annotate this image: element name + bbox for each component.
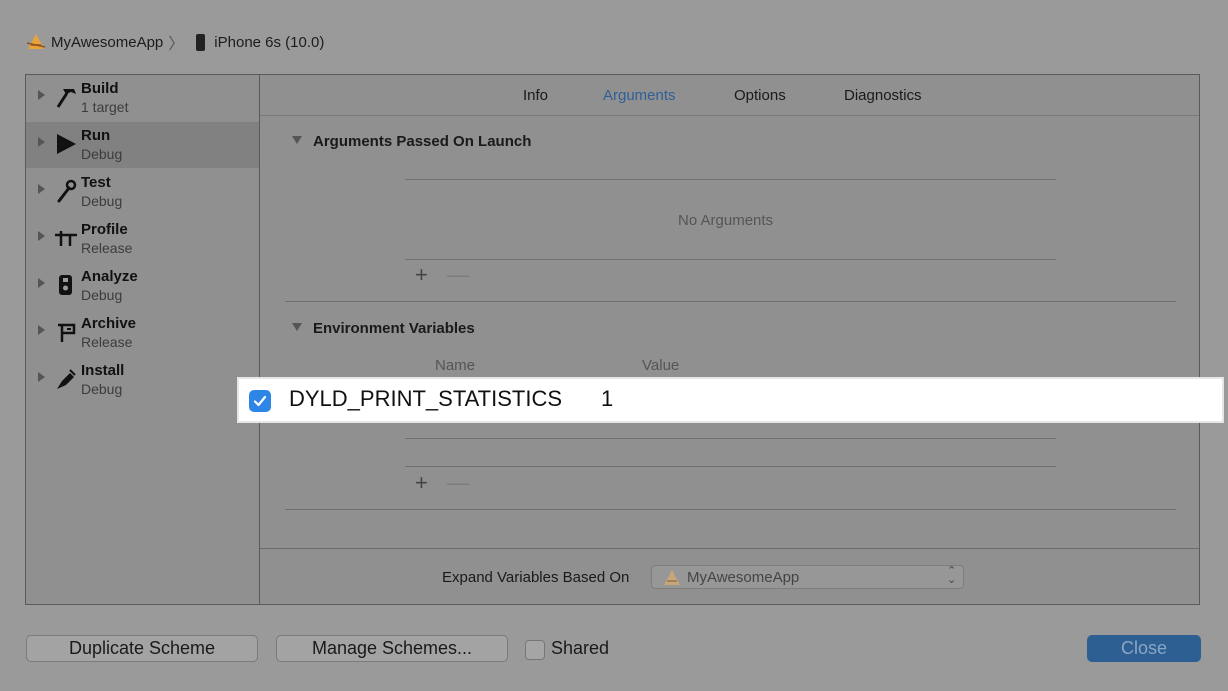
sidebar-item-analyze[interactable]: Analyze Debug	[26, 263, 259, 309]
sidebar-item-run[interactable]: Run Debug	[26, 122, 259, 168]
environment-section-title: Environment Variables	[313, 320, 475, 337]
sidebar-item-title: Profile	[81, 221, 128, 238]
sidebar-item-archive[interactable]: Archive Release	[26, 310, 259, 356]
disclosure-triangle-icon[interactable]	[38, 372, 45, 382]
sidebar-item-subtitle: Debug	[81, 381, 123, 397]
sidebar-item-profile[interactable]: Profile Release	[26, 216, 259, 262]
environment-section-header[interactable]: Environment Variables	[292, 320, 475, 337]
scheme-actions-sidebar: Build 1 target Run Debug Test Debug Prof…	[26, 75, 260, 604]
tab-info[interactable]: Info	[523, 87, 548, 104]
wrench-icon	[57, 179, 77, 203]
disclosure-triangle-icon[interactable]	[38, 278, 45, 288]
sidebar-item-title: Analyze	[81, 268, 138, 285]
sidebar-item-title: Install	[81, 362, 125, 379]
iphone-icon	[196, 33, 206, 51]
sidebar-item-subtitle: Release	[81, 334, 133, 350]
archive-icon	[58, 323, 76, 342]
breadcrumb-separator: 〉	[168, 36, 185, 53]
install-icon	[57, 369, 76, 389]
sidebar-item-install[interactable]: Install Debug	[26, 357, 259, 403]
duplicate-scheme-button[interactable]: Duplicate Scheme	[26, 635, 258, 662]
arguments-section-title: Arguments Passed On Launch	[313, 133, 532, 150]
sidebar-item-subtitle: Release	[81, 240, 133, 256]
disclosure-triangle-icon[interactable]	[38, 137, 45, 147]
analyze-icon	[59, 275, 72, 295]
caliper-icon	[55, 231, 77, 246]
scheme-editor-panel: Build 1 target Run Debug Test Debug Prof…	[25, 74, 1200, 605]
sidebar-item-subtitle: Debug	[81, 146, 123, 162]
sidebar-item-title: Archive	[81, 315, 137, 332]
updown-chevron-glyphs: ⌃⌄	[947, 565, 957, 586]
remove-argument-button[interactable]: —	[447, 264, 469, 286]
expand-variables-select[interactable]: MyAwesomeApp ⌃⌄	[651, 565, 964, 589]
column-header-name[interactable]: Name	[435, 357, 475, 374]
env-variable-checkbox[interactable]	[249, 390, 271, 412]
play-icon	[57, 134, 76, 154]
hammer-icon	[56, 89, 76, 108]
divider	[405, 466, 1056, 467]
divider	[405, 438, 1056, 439]
breadcrumb[interactable]: MyAwesomeApp 〉 iPhone 6s (10.0)	[26, 31, 324, 53]
tab-arguments[interactable]: Arguments	[603, 87, 676, 104]
disclosure-down-icon[interactable]	[292, 323, 302, 331]
column-header-value[interactable]: Value	[642, 357, 679, 374]
close-button[interactable]: Close	[1087, 635, 1201, 662]
checkmark-icon	[253, 395, 267, 407]
disclosure-triangle-icon[interactable]	[38, 90, 45, 100]
updown-chevron-icon: ⌃⌄	[947, 565, 957, 586]
shared-checkbox[interactable]	[525, 640, 545, 660]
no-arguments-text: No Arguments	[678, 212, 774, 229]
disclosure-triangle-icon[interactable]	[38, 184, 45, 194]
expand-variables-value: MyAwesomeApp	[687, 569, 800, 586]
divider	[285, 301, 1176, 302]
tab-bar: Info Arguments Options Diagnostics	[260, 75, 1199, 116]
disclosure-down-icon[interactable]	[292, 136, 302, 144]
env-variable-name[interactable]: DYLD_PRINT_STATISTICS	[289, 386, 562, 412]
add-argument-button[interactable]: +	[415, 264, 428, 286]
remove-variable-button[interactable]: —	[447, 472, 469, 494]
sidebar-item-subtitle: Debug	[81, 287, 123, 303]
sidebar-item-build[interactable]: Build 1 target	[26, 75, 259, 121]
divider	[285, 509, 1176, 510]
disclosure-triangle-icon[interactable]	[38, 231, 45, 241]
manage-schemes-button[interactable]: Manage Schemes...	[276, 635, 508, 662]
app-icon	[662, 569, 682, 587]
sidebar-item-test[interactable]: Test Debug	[26, 169, 259, 215]
divider	[405, 179, 1056, 180]
tab-diagnostics[interactable]: Diagnostics	[844, 87, 922, 104]
divider	[260, 548, 1199, 549]
breadcrumb-scheme[interactable]: MyAwesomeApp	[51, 34, 163, 51]
sidebar-item-title: Build	[81, 80, 119, 97]
env-variable-row[interactable]: DYLD_PRINT_STATISTICS 1	[237, 377, 1224, 423]
disclosure-triangle-icon[interactable]	[38, 325, 45, 335]
app-icon	[26, 33, 46, 51]
env-variable-value[interactable]: 1	[601, 386, 613, 412]
divider	[405, 259, 1056, 260]
sidebar-item-title: Run	[81, 127, 111, 144]
tab-options[interactable]: Options	[734, 87, 786, 104]
sidebar-item-subtitle: Debug	[81, 193, 123, 209]
breadcrumb-device[interactable]: iPhone 6s (10.0)	[214, 34, 324, 51]
arguments-section-header[interactable]: Arguments Passed On Launch	[292, 133, 531, 150]
sidebar-item-title: Test	[81, 174, 111, 191]
add-variable-button[interactable]: +	[415, 472, 428, 494]
expand-variables-label: Expand Variables Based On	[442, 569, 630, 586]
shared-label[interactable]: Shared	[551, 638, 609, 659]
sidebar-item-subtitle: 1 target	[81, 99, 129, 115]
